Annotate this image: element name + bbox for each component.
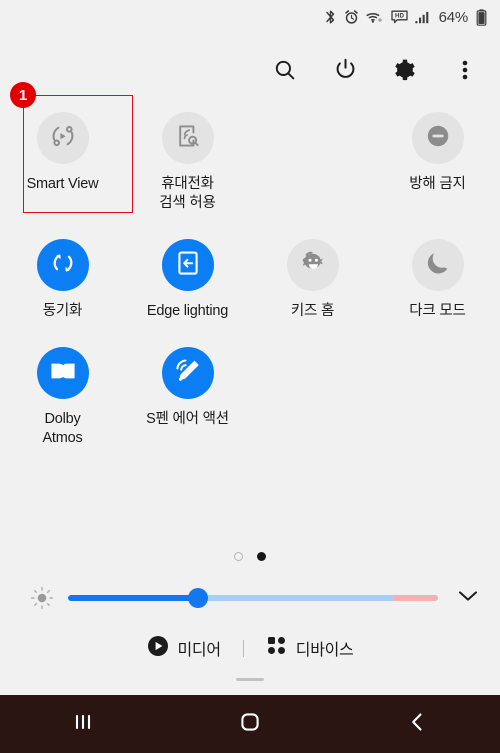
brightness-expand-button[interactable] xyxy=(444,588,492,609)
recents-icon xyxy=(71,711,95,738)
s-pen-air-action-icon xyxy=(173,356,203,391)
brightness-icon xyxy=(20,585,64,611)
search-icon xyxy=(273,58,297,87)
edge-lighting-icon xyxy=(174,249,202,282)
tile-s-pen-air-action[interactable]: S펜 에어 액션 xyxy=(125,339,250,448)
slider-thumb[interactable] xyxy=(187,588,208,608)
media-label: 미디어 xyxy=(177,642,222,659)
navigation-bar xyxy=(0,695,500,753)
do-not-disturb-icon xyxy=(422,120,454,157)
svg-text:HD: HD xyxy=(395,13,404,20)
recents-button[interactable] xyxy=(47,703,119,745)
home-button[interactable] xyxy=(214,703,286,745)
page-dot-1[interactable] xyxy=(234,552,243,561)
devices-button[interactable]: 디바이스 xyxy=(266,635,354,661)
page-indicator xyxy=(0,552,500,561)
tile-icon-container xyxy=(161,112,214,164)
dark-mode-icon xyxy=(423,248,453,283)
power-button[interactable] xyxy=(328,55,362,89)
quick-settings-panel: HD 64% Smart View 휴대전화 검색 허용 방해 금지 동기화 E… xyxy=(0,0,500,753)
media-devices-row: 미디어 디바이스 xyxy=(0,626,500,670)
tile-label: S펜 에어 액션 xyxy=(146,411,229,427)
tile-label: 키즈 홈 xyxy=(290,303,335,319)
back-icon xyxy=(406,710,428,739)
panel-drag-handle[interactable] xyxy=(236,678,264,681)
tile-kids-home[interactable]: 키즈 홈 xyxy=(250,231,375,321)
media-button[interactable]: 미디어 xyxy=(147,635,221,662)
devices-label: 디바이스 xyxy=(295,642,354,659)
tile-label: Dolby Atmos xyxy=(42,411,83,446)
footer-divider xyxy=(242,639,244,657)
sync-icon xyxy=(48,248,78,283)
grid-dots-icon xyxy=(266,635,287,661)
tile-sync[interactable]: 동기화 xyxy=(0,231,125,321)
tile-icon-container xyxy=(411,112,464,164)
tile-allow-phone-scan[interactable]: 휴대전화 검색 허용 xyxy=(125,104,250,213)
kids-home-icon xyxy=(297,248,329,283)
tile-label: 휴대전화 검색 허용 xyxy=(159,176,216,211)
tile-dolby-atmos[interactable]: Dolby Atmos xyxy=(0,339,125,448)
tile-icon-container xyxy=(161,347,214,399)
more-vertical-icon xyxy=(462,58,468,87)
tile-label: 다크 모드 xyxy=(409,303,466,319)
tile-icon-container xyxy=(36,239,89,291)
gear-icon xyxy=(393,58,417,87)
brightness-row xyxy=(0,578,500,618)
slider-warning-zone xyxy=(393,595,438,601)
bluetooth-icon xyxy=(324,9,337,25)
brightness-slider[interactable] xyxy=(68,587,438,609)
back-button[interactable] xyxy=(381,703,453,745)
battery-percent-label: 64% xyxy=(438,8,469,26)
chevron-down-icon xyxy=(457,588,479,609)
more-options-button[interactable] xyxy=(448,55,482,89)
tile-do-not-disturb[interactable]: 방해 금지 xyxy=(375,104,500,213)
page-dot-2[interactable] xyxy=(257,552,266,561)
alarm-icon xyxy=(344,9,359,25)
tile-empty-slot xyxy=(250,339,375,448)
tile-icon-container xyxy=(36,112,89,164)
power-icon xyxy=(333,57,358,87)
tile-label: Edge lighting xyxy=(146,303,229,319)
hd-icon: HD xyxy=(390,10,408,24)
quick-toggle-grid: Smart View 휴대전화 검색 허용 방해 금지 동기화 Edge lig… xyxy=(0,104,500,448)
tile-icon-container xyxy=(161,239,214,291)
tile-label: Smart View xyxy=(26,176,99,192)
signal-icon xyxy=(414,9,431,25)
battery-icon xyxy=(476,8,487,26)
play-circle-icon xyxy=(147,635,169,662)
tile-empty-slot xyxy=(250,104,375,213)
tile-icon-container xyxy=(411,239,464,291)
wifi-icon xyxy=(366,9,384,25)
search-button[interactable] xyxy=(268,55,302,89)
home-icon xyxy=(238,710,262,739)
smart-view-icon xyxy=(47,120,79,157)
status-bar: HD 64% xyxy=(0,0,500,34)
slider-track xyxy=(68,595,438,601)
tile-label: 방해 금지 xyxy=(409,176,466,192)
tile-icon-container xyxy=(36,347,89,399)
panel-toolbar xyxy=(0,50,500,94)
tile-empty-slot xyxy=(375,339,500,448)
tile-smart-view[interactable]: Smart View xyxy=(0,104,125,213)
tile-dark-mode[interactable]: 다크 모드 xyxy=(375,231,500,321)
dolby-atmos-icon xyxy=(48,359,78,388)
slider-fill xyxy=(68,595,198,601)
tile-icon-container xyxy=(286,239,339,291)
tile-label: 동기화 xyxy=(42,303,83,319)
tile-edge-lighting[interactable]: Edge lighting xyxy=(125,231,250,321)
phone-scan-icon xyxy=(173,121,203,156)
settings-button[interactable] xyxy=(388,55,422,89)
